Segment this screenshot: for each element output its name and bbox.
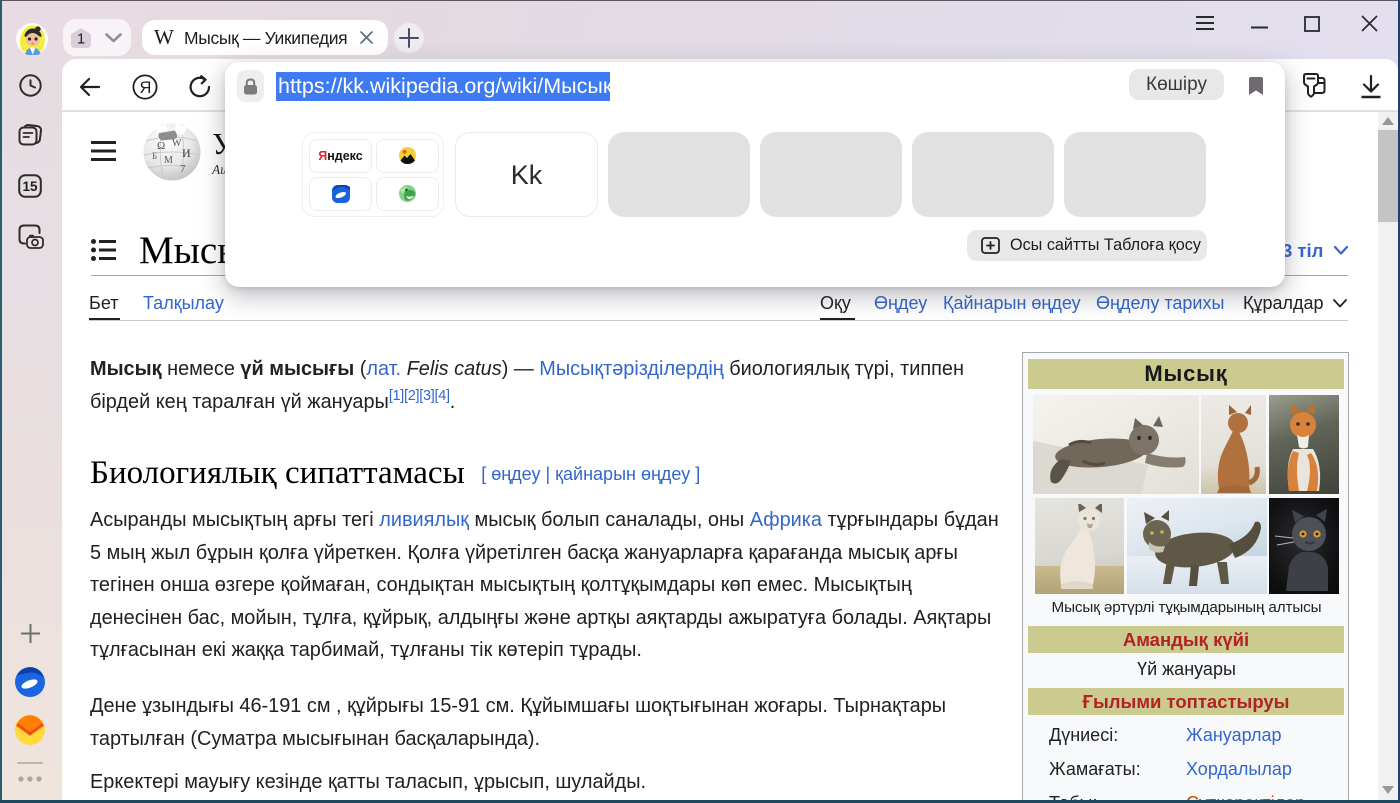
svg-text:Я: Я (139, 79, 151, 97)
svg-text:Ω: Ω (157, 140, 165, 152)
svg-text:Б: Б (152, 151, 157, 161)
svg-text:И: И (182, 146, 191, 160)
svg-text:7: 7 (180, 163, 186, 175)
svg-text:1: 1 (77, 31, 85, 48)
svg-text:15: 15 (22, 179, 38, 194)
svg-text:М: М (164, 155, 173, 166)
svg-text:W: W (172, 138, 182, 149)
